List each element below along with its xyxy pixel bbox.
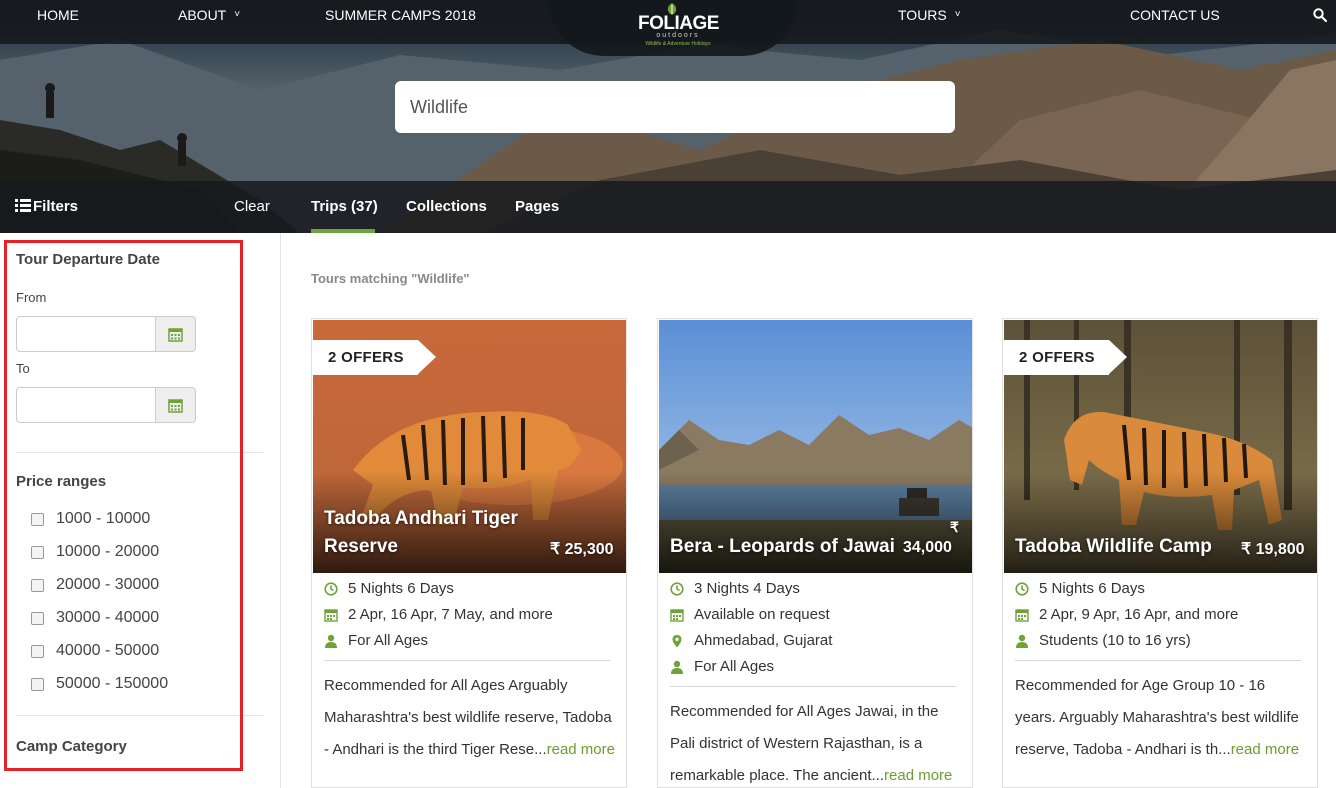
nav-summer-camps-label: SUMMER CAMPS 2018 (325, 7, 476, 23)
trip-name-line: Bera - Leopards of Jawai (670, 536, 895, 557)
trip-name[interactable]: Tadoba Andhari Tiger Reserve (324, 505, 518, 561)
user-icon (1016, 634, 1028, 648)
nav-tours-label: TOURS (898, 7, 947, 23)
description-line: Recommended for All Ages Jawai, in the (670, 703, 939, 720)
map-pin-icon (672, 635, 682, 648)
tab-pages[interactable]: Pages (515, 198, 559, 215)
user-icon (671, 660, 683, 674)
calendar-icon (324, 609, 338, 622)
nav-summer-camps[interactable]: SUMMER CAMPS 2018 (325, 0, 476, 30)
clear-filters-link[interactable]: Clear (234, 198, 270, 215)
search-input[interactable]: Wildlife (395, 81, 955, 133)
trip-duration-text: 5 Nights 6 Days (1039, 580, 1145, 597)
trip-name-line: Tadoba Andhari Tiger (324, 508, 518, 529)
description-line: Recommended for Age Group 10 - 16 (1015, 677, 1266, 694)
annotation-highlight-box (4, 240, 243, 771)
calendar-icon (1015, 609, 1029, 622)
nav-about[interactable]: ABOUT ˅ (178, 0, 240, 30)
read-more-link[interactable]: read more (884, 767, 952, 784)
list-icon (15, 199, 31, 212)
trip-ages-text: For All Ages (348, 632, 429, 649)
clock-icon (324, 582, 338, 596)
trip-dates-text: Available on request (694, 606, 830, 623)
card-divider (1015, 660, 1301, 661)
trip-dates-text: 2 Apr, 9 Apr, 16 Apr, and more (1039, 606, 1239, 623)
chevron-down-icon: ˅ (234, 9, 241, 20)
description-line: - Andhari is the third Tiger Rese... (324, 741, 547, 758)
description-line: Recommended for All Ages Arguably (324, 677, 568, 694)
trip-description: Recommended for Age Group 10 - 16 years.… (1015, 670, 1310, 766)
read-more-link[interactable]: read more (547, 741, 615, 758)
read-more-link[interactable]: read more (1231, 741, 1299, 758)
trip-description: Recommended for All Ages Arguably Mahara… (324, 670, 619, 766)
card-divider (670, 686, 956, 687)
nav-about-label: ABOUT (178, 7, 227, 23)
trip-price: ₹ 19,800 (1241, 541, 1305, 558)
user-icon (325, 634, 337, 648)
clock-icon (1015, 582, 1029, 596)
description-line: reserve, Tadoba - Andhari is th... (1015, 741, 1231, 758)
description-line: years. Arguably Maharashtra's best wildl… (1015, 709, 1299, 726)
nav-contact-label: CONTACT US (1130, 7, 1220, 23)
chevron-down-icon: ˅ (954, 9, 961, 20)
trip-card[interactable]: Bera - Leopards of Jawai ₹ 34,000 3 Nigh… (657, 318, 973, 788)
trip-dates-text: 2 Apr, 16 Apr, 7 May, and more (348, 606, 553, 623)
description-line: Pali district of Western Rajasthan, is a (670, 735, 923, 752)
trip-name-line: Reserve (324, 536, 398, 557)
card-divider (324, 660, 610, 661)
trip-name[interactable]: Tadoba Wildlife Camp (1015, 533, 1212, 561)
trip-location-text: Ahmedabad, Gujarat (694, 632, 833, 649)
trip-duration-text: 5 Nights 6 Days (348, 580, 454, 597)
trip-price: 34,000 (903, 539, 952, 556)
tab-collections[interactable]: Collections (406, 198, 487, 215)
trip-price: ₹ 25,300 (550, 541, 614, 558)
tab-trips[interactable]: Trips (37) (311, 198, 378, 215)
offers-badge: 2 OFFERS (1003, 340, 1127, 375)
description-line: remarkable place. The ancient... (670, 767, 885, 784)
description-line: Maharashtra's best wildlife reserve, Tad… (324, 709, 612, 726)
trip-ages-text: Students (10 to 16 yrs) (1039, 632, 1191, 649)
active-tab-indicator (311, 229, 375, 233)
trip-name-line: Tadoba Wildlife Camp (1015, 536, 1212, 557)
search-icon[interactable] (1313, 8, 1327, 22)
clock-icon (670, 582, 684, 596)
logo[interactable]: FOLIAGE (638, 14, 719, 34)
logo-subtitle: outdoors (656, 32, 700, 39)
trip-name[interactable]: Bera - Leopards of Jawai (670, 533, 895, 561)
filters-toggle[interactable]: Filters (15, 198, 78, 215)
calendar-icon (670, 609, 684, 622)
trip-card[interactable]: 2 OFFERS Tadoba Wildlife Camp ₹ 19,800 5… (1002, 318, 1318, 788)
logo-tagline: Wildlife & Adventure Holidays (645, 41, 711, 47)
filter-bar (0, 181, 1336, 233)
filters-label: Filters (33, 198, 79, 215)
trip-card[interactable]: 2 OFFERS Tadoba Andhari Tiger Reserve ₹ 2… (311, 318, 627, 788)
results-title: Tours matching "Wildlife" (311, 271, 470, 286)
trip-duration-text: 3 Nights 4 Days (694, 580, 800, 597)
trip-description: Recommended for All Ages Jawai, in the P… (670, 696, 965, 787)
nav-tours[interactable]: TOURS ˅ (898, 0, 961, 30)
offers-badge: 2 OFFERS (312, 340, 436, 375)
nav-home-label: HOME (37, 7, 79, 23)
nav-home[interactable]: HOME (37, 0, 79, 30)
trip-ages-text: For All Ages (694, 658, 775, 675)
nav-contact[interactable]: CONTACT US (1130, 0, 1220, 30)
price-currency: ₹ (950, 519, 959, 535)
